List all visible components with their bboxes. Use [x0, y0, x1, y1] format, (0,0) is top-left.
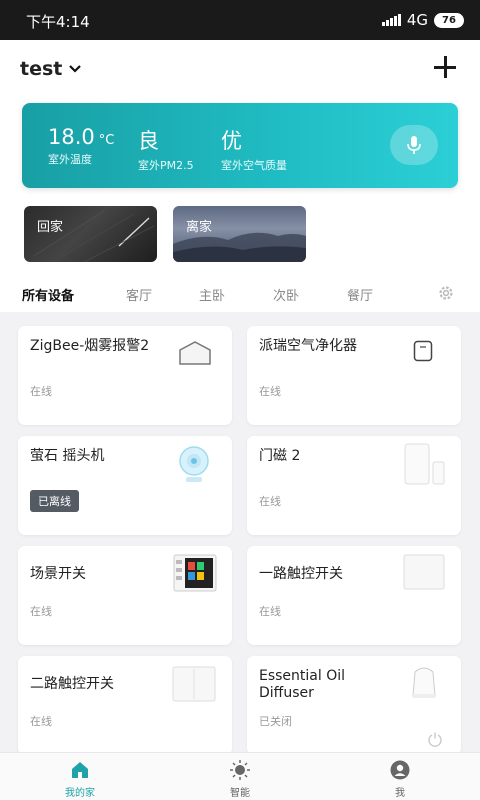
temperature-unit: °C [98, 133, 115, 148]
touch-switch-icon [403, 554, 445, 590]
scene-label: 离家 [186, 220, 213, 235]
double-touch-switch-icon [172, 666, 216, 702]
offline-badge: 已离线 [30, 490, 79, 512]
nav-label: 智能 [230, 788, 250, 799]
user-icon [390, 760, 410, 780]
air-purifier-icon [413, 340, 433, 362]
device-name: 派瑞空气净化器 [259, 338, 357, 354]
tab-master-bedroom[interactable]: 主卧 [199, 285, 225, 304]
camera-icon [179, 446, 209, 482]
door-sensor-icon [404, 443, 445, 485]
gear-icon[interactable] [437, 284, 455, 302]
device-card[interactable]: Essential Oil Diffuser 已关闭 [247, 656, 461, 755]
room-tabs: 所有设备 客厅 主卧 次卧 餐厅 [0, 282, 480, 312]
add-device-button[interactable] [432, 54, 458, 80]
nav-smart[interactable]: 智能 [160, 753, 320, 800]
device-status: 已关闭 [259, 715, 292, 728]
temperature-value: 18.0 [48, 125, 95, 149]
device-card[interactable]: 二路触控开关 在线 [18, 656, 232, 755]
device-card[interactable]: 萤石 摇头机 已离线 [18, 436, 232, 535]
nav-me[interactable]: 我 [320, 753, 480, 800]
home-header-section: test 18.0 °C 室外温度 良 室外PM2.5 优 室外空气质量 回家 … [0, 40, 480, 312]
status-indicators: 4G 76 [381, 11, 464, 29]
outdoor-temperature: 18.0 °C 室外温度 [48, 125, 114, 167]
network-type: 4G [406, 11, 428, 29]
nav-label: 我的家 [65, 788, 95, 799]
nav-label: 我 [395, 788, 405, 799]
status-bar: 下午4:14 4G 76 [0, 0, 480, 40]
voice-button[interactable] [390, 125, 438, 165]
device-card[interactable]: 场景开关 在线 [18, 546, 232, 645]
device-status: 在线 [30, 385, 52, 398]
signal-icon [381, 14, 401, 26]
device-name: Essential Oil Diffuser [259, 668, 346, 701]
device-card[interactable]: 门磁 2 在线 [247, 436, 461, 535]
outdoor-pm25: 良 室外PM2.5 [138, 125, 194, 173]
home-icon [72, 762, 88, 778]
home-name: test [20, 58, 63, 80]
nav-my-home[interactable]: 我的家 [0, 753, 160, 800]
device-name: 二路触控开关 [30, 676, 114, 692]
scene-go-home[interactable]: 回家 [24, 206, 157, 262]
scene-leave-home[interactable]: 离家 [173, 206, 306, 262]
outdoor-air-quality: 优 室外空气质量 [221, 125, 287, 173]
smoke-alarm-icon [179, 341, 211, 365]
tab-dining-room[interactable]: 餐厅 [347, 285, 373, 304]
scene-label: 回家 [37, 220, 64, 235]
device-card[interactable]: ZigBee-烟雾报警2 在线 [18, 326, 232, 425]
sun-icon [230, 760, 250, 780]
pm25-value: 良 [138, 129, 159, 153]
tab-second-bedroom[interactable]: 次卧 [273, 285, 299, 304]
tab-living-room[interactable]: 客厅 [126, 285, 152, 304]
device-name: ZigBee-烟雾报警2 [30, 338, 150, 354]
chevron-down-icon [69, 65, 82, 73]
scene-switch-icon [173, 554, 217, 592]
air-quality-value: 优 [221, 129, 242, 153]
bottom-nav: 我的家 智能 我 [0, 752, 480, 800]
microphone-icon [407, 136, 421, 154]
device-name: 门磁 2 [259, 448, 301, 464]
air-quality-label: 室外空气质量 [221, 159, 287, 172]
device-name: 一路触控开关 [259, 566, 343, 582]
device-card[interactable]: 一路触控开关 在线 [247, 546, 461, 645]
device-status: 在线 [259, 385, 281, 398]
temperature-label: 室外温度 [48, 153, 92, 166]
device-status: 在线 [259, 605, 281, 618]
device-name: 场景开关 [30, 566, 86, 582]
device-card[interactable]: 派瑞空气净化器 在线 [247, 326, 461, 425]
tab-all-devices[interactable]: 所有设备 [22, 285, 74, 304]
weather-card: 18.0 °C 室外温度 良 室外PM2.5 优 室外空气质量 [22, 103, 458, 188]
battery-icon: 76 [434, 12, 464, 28]
device-status: 在线 [30, 715, 52, 728]
status-time: 下午4:14 [26, 13, 90, 31]
device-status: 在线 [30, 605, 52, 618]
home-selector[interactable]: test [20, 58, 82, 80]
power-icon[interactable] [427, 731, 443, 747]
pm25-label: 室外PM2.5 [138, 159, 194, 172]
device-status: 在线 [259, 495, 281, 508]
device-name: 萤石 摇头机 [30, 448, 105, 464]
diffuser-icon [412, 667, 436, 698]
